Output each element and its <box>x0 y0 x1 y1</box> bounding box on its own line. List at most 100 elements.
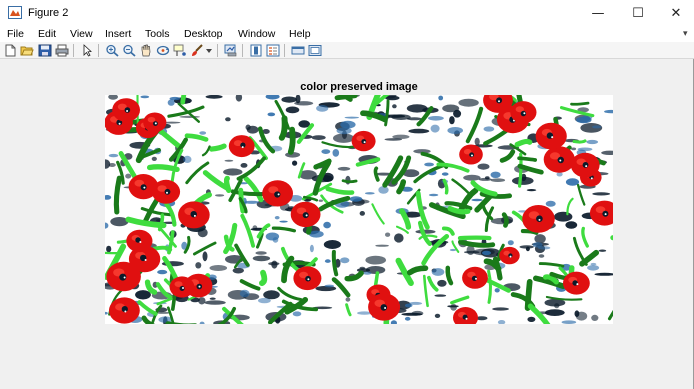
shadow-blob <box>255 251 267 255</box>
blue-blob <box>587 265 600 271</box>
menu-view[interactable]: View <box>70 28 93 40</box>
leaf <box>341 179 358 184</box>
blue-blob <box>183 155 192 163</box>
shadow-blob <box>337 166 351 171</box>
print-icon[interactable] <box>55 44 69 57</box>
shadow-blob <box>285 106 300 114</box>
hide-plot-tools-icon[interactable] <box>291 44 305 57</box>
shadow-blob <box>311 135 326 140</box>
leaf <box>517 156 538 162</box>
new-figure-icon[interactable] <box>3 44 17 57</box>
toolbar-separator <box>284 44 285 57</box>
window-title: Figure 2 <box>28 7 69 19</box>
blue-blob <box>438 95 444 101</box>
shadow-blob <box>415 229 436 234</box>
data-cursor-icon[interactable] <box>173 44 187 57</box>
shadow-blob <box>151 156 157 161</box>
shadow-blob <box>490 178 506 182</box>
brush-dropdown-icon[interactable] <box>205 44 213 57</box>
close-button[interactable]: ✕ <box>656 0 694 27</box>
blue-blob <box>258 297 271 304</box>
tulip-flower <box>535 122 567 150</box>
shadow-blob <box>474 137 480 146</box>
blue-blob <box>321 149 331 154</box>
blue-blob <box>545 200 556 207</box>
maximize-button[interactable]: ☐ <box>618 0 658 27</box>
leaf <box>278 115 288 141</box>
menu-desktop[interactable]: Desktop <box>184 28 223 40</box>
tulip-image[interactable] <box>105 95 613 324</box>
shadow-blob <box>385 232 391 237</box>
figure-toolbar <box>0 42 694 59</box>
shadow-blob <box>359 266 366 270</box>
shadow-blob <box>492 307 509 311</box>
shadow-blob <box>442 104 460 113</box>
blue-blob <box>323 221 331 229</box>
open-file-icon[interactable] <box>20 44 34 57</box>
tulip-flower <box>112 98 140 122</box>
leaf <box>572 139 587 144</box>
tulip-flower <box>499 246 520 265</box>
menu-tools[interactable]: Tools <box>145 28 170 40</box>
blue-blob <box>349 196 363 202</box>
shadow-blob <box>224 159 234 162</box>
blue-blob <box>532 242 543 248</box>
blue-blob <box>169 96 181 101</box>
menu-window[interactable]: Window <box>238 28 275 40</box>
shadow-blob <box>591 314 599 321</box>
matlab-figure-icon <box>8 6 22 19</box>
blue-blob <box>363 271 372 275</box>
blue-blob <box>157 269 168 275</box>
shadow-blob <box>197 228 208 238</box>
blue-blob <box>199 131 207 135</box>
insert-colorbar-icon[interactable] <box>249 44 263 57</box>
tulip-flower <box>228 135 255 158</box>
tulip-flower <box>290 201 321 228</box>
blue-blob <box>590 262 597 266</box>
leaf <box>570 101 590 106</box>
blue-blob <box>265 232 280 241</box>
edit-plot-icon[interactable] <box>80 44 94 57</box>
shadow-blob <box>526 189 537 192</box>
show-plot-tools-icon[interactable] <box>308 44 322 57</box>
zoom-out-icon[interactable] <box>122 44 136 57</box>
shadow-blob <box>477 163 490 170</box>
shadow-blob <box>458 98 479 107</box>
zoom-in-icon[interactable] <box>105 44 119 57</box>
minimize-button[interactable]: — <box>578 0 618 27</box>
shadow-blob <box>554 211 573 222</box>
shadow-blob <box>202 251 208 262</box>
shadow-blob <box>527 316 536 322</box>
shadow-blob <box>411 310 424 316</box>
blue-blob <box>332 149 340 157</box>
shadow-blob <box>575 311 588 321</box>
brush-icon[interactable] <box>190 44 204 57</box>
shadow-blob <box>534 234 546 244</box>
menu-help[interactable]: Help <box>289 28 311 40</box>
blue-blob <box>344 116 359 119</box>
blue-blob <box>274 216 280 220</box>
blue-blob <box>292 311 302 317</box>
tulip-flower <box>543 146 575 173</box>
menu-overflow-icon[interactable]: ▾ <box>683 28 688 39</box>
pan-icon[interactable] <box>139 44 153 57</box>
menu-file[interactable]: File <box>7 28 24 40</box>
blue-blob <box>482 250 491 256</box>
save-icon[interactable] <box>38 44 52 57</box>
blue-blob <box>324 259 331 263</box>
shadow-blob <box>592 192 611 196</box>
figure-window: Figure 2 — ☐ ✕ File Edit View Insert Too… <box>0 0 694 389</box>
blue-blob <box>239 289 250 298</box>
menu-edit[interactable]: Edit <box>38 28 56 40</box>
toolbar-separator <box>242 44 243 57</box>
link-plot-icon[interactable] <box>224 44 238 57</box>
shadow-blob <box>544 309 565 316</box>
tulip-flower <box>351 130 376 152</box>
shadow-blob <box>598 249 607 252</box>
leaf <box>259 269 268 286</box>
leaf <box>152 245 173 252</box>
rotate-3d-icon[interactable] <box>156 44 170 57</box>
insert-legend-icon[interactable] <box>266 44 280 57</box>
shadow-blob <box>538 254 545 258</box>
menu-insert[interactable]: Insert <box>105 28 131 40</box>
